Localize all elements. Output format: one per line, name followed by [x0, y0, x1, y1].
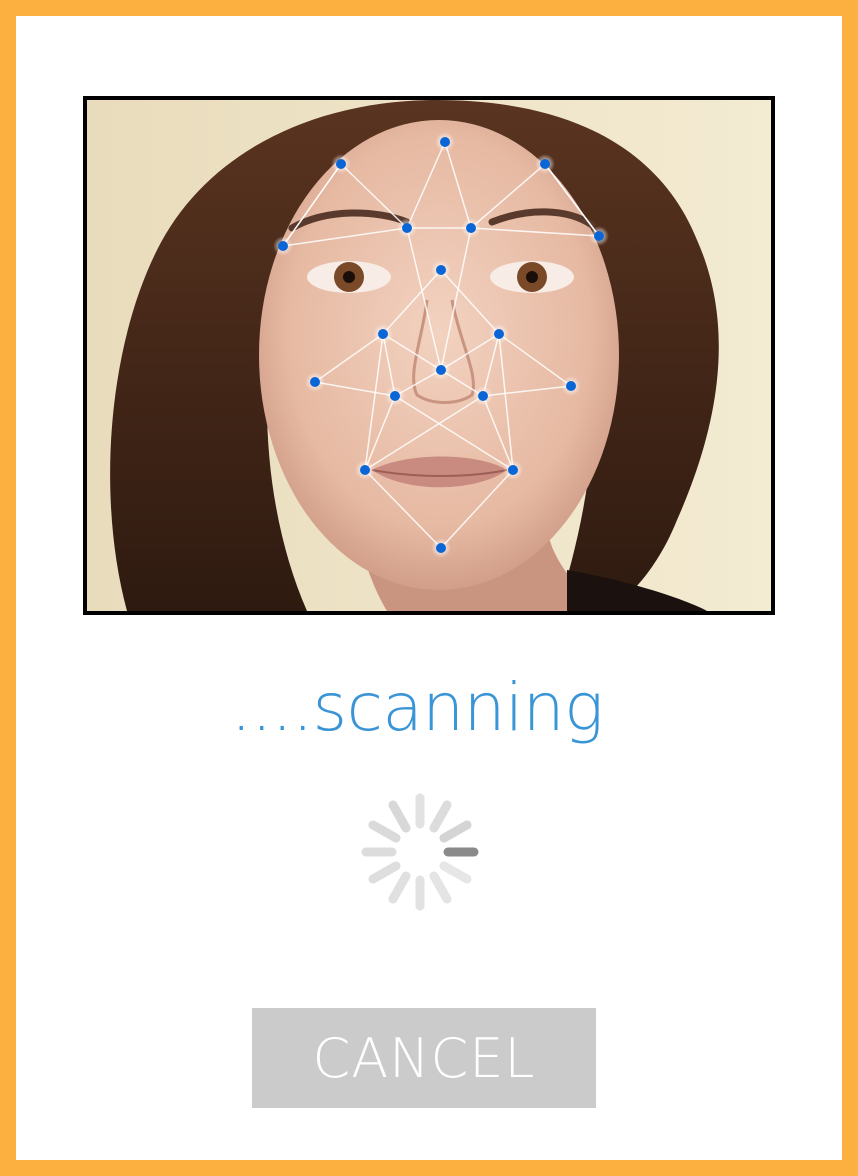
landmark-point: [489, 324, 509, 344]
landmark-point: [305, 372, 325, 392]
landmark-point: [373, 324, 393, 344]
landmark-point: [461, 218, 481, 238]
landmark-point: [561, 376, 581, 396]
landmark-point: [503, 460, 523, 480]
landmark-point: [431, 260, 451, 280]
landmark-point: [431, 538, 451, 558]
landmark-point: [397, 218, 417, 238]
landmark-point: [435, 132, 455, 152]
scanning-status-text: ....scanning: [230, 669, 604, 746]
landmark-point: [473, 386, 493, 406]
spinner-icon: [352, 784, 488, 920]
landmark-point: [273, 236, 293, 256]
landmark-point: [589, 226, 609, 246]
landmark-point: [431, 360, 451, 380]
landmark-point: [355, 460, 375, 480]
landmark-point: [535, 154, 555, 174]
cancel-button[interactable]: CANCEL: [252, 1008, 596, 1108]
landmark-point: [385, 386, 405, 406]
landmark-point: [331, 154, 351, 174]
face-scan-image: [83, 96, 775, 615]
